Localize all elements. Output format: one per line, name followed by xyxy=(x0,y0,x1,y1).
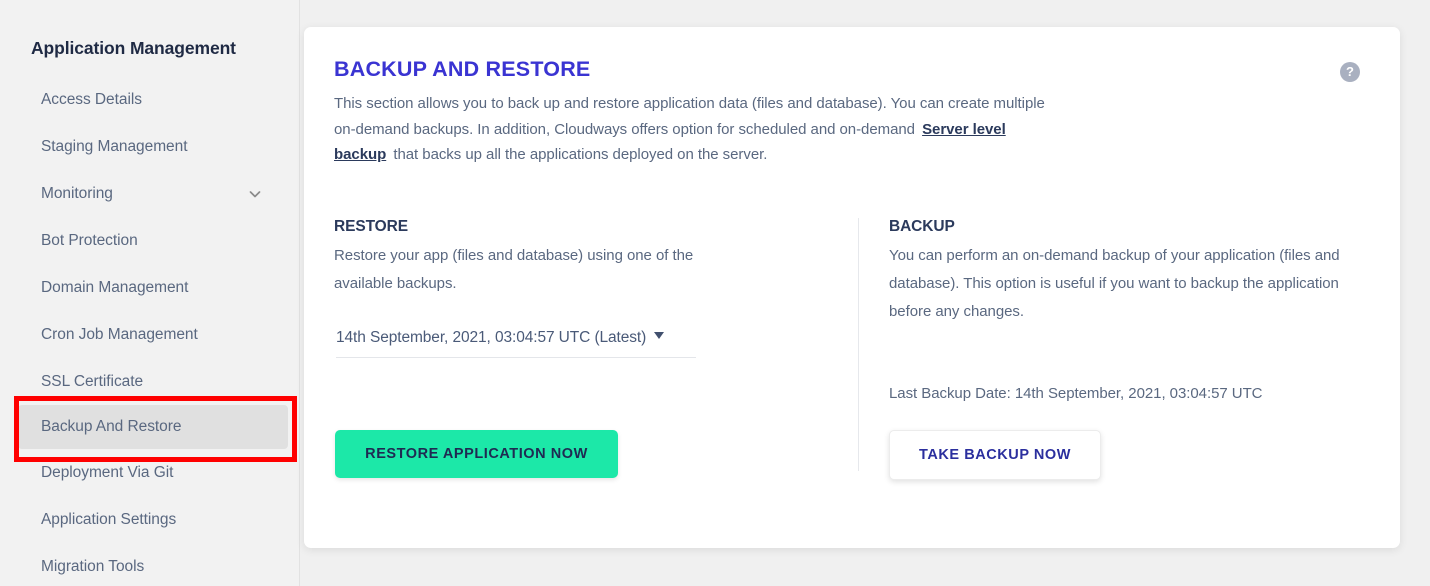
sidebar-nav-list: Access Details Staging Management Monito… xyxy=(0,76,300,586)
sidebar-item-staging-management[interactable]: Staging Management xyxy=(0,123,300,170)
sidebar-item-label: Application Settings xyxy=(41,511,176,529)
restore-application-now-button[interactable]: RESTORE APPLICATION NOW xyxy=(335,430,618,478)
backup-description: You can perform an on-demand backup of y… xyxy=(889,242,1370,326)
sidebar-item-monitoring[interactable]: Monitoring xyxy=(0,170,300,217)
sidebar-item-label: Backup And Restore xyxy=(41,418,181,436)
backup-column: BACKUP You can perform an on-demand back… xyxy=(889,218,1370,326)
sidebar-item-ssl-certificate[interactable]: SSL Certificate xyxy=(0,358,300,405)
restore-heading: RESTORE xyxy=(334,218,859,236)
sidebar-item-backup-and-restore[interactable]: Backup And Restore xyxy=(18,405,288,449)
restore-column: RESTORE Restore your app (files and data… xyxy=(334,218,859,298)
sidebar-item-label: Domain Management xyxy=(41,279,188,297)
sidebar-item-migration-tools[interactable]: Migration Tools xyxy=(0,543,300,586)
card-description: This section allows you to back up and r… xyxy=(334,91,1064,168)
sidebar-item-domain-management[interactable]: Domain Management xyxy=(0,264,300,311)
sidebar-item-cron-job-management[interactable]: Cron Job Management xyxy=(0,311,300,358)
backup-heading: BACKUP xyxy=(889,218,1370,236)
sidebar-item-access-details[interactable]: Access Details xyxy=(0,76,300,123)
sidebar-item-label: Bot Protection xyxy=(41,232,138,250)
sidebar-item-label: Monitoring xyxy=(41,185,113,203)
help-circle-icon[interactable]: ? xyxy=(1340,62,1360,82)
restore-description: Restore your app (files and database) us… xyxy=(334,242,754,298)
page-title: BACKUP AND RESTORE xyxy=(334,57,590,82)
sidebar-item-label: SSL Certificate xyxy=(41,373,143,391)
sidebar: Application Management Access Details St… xyxy=(0,0,300,586)
chevron-down-icon[interactable] xyxy=(248,187,262,201)
last-backup-date: Last Backup Date: 14th September, 2021, … xyxy=(889,385,1262,402)
backup-and-restore-card: BACKUP AND RESTORE ? This section allows… xyxy=(304,27,1400,548)
sidebar-item-label: Cron Job Management xyxy=(41,326,198,344)
sidebar-item-bot-protection[interactable]: Bot Protection xyxy=(0,217,300,264)
restore-backup-select-value: 14th September, 2021, 03:04:57 UTC (Late… xyxy=(336,329,646,347)
card-description-part2: that backs up all the applications deplo… xyxy=(389,146,767,163)
sidebar-title: Application Management xyxy=(31,38,236,59)
sidebar-item-label: Migration Tools xyxy=(41,558,144,576)
sidebar-item-label: Staging Management xyxy=(41,138,187,156)
caret-down-icon xyxy=(654,332,664,339)
columns-container: RESTORE Restore your app (files and data… xyxy=(334,218,1370,468)
sidebar-item-application-settings[interactable]: Application Settings xyxy=(0,496,300,543)
sidebar-item-deployment-via-git[interactable]: Deployment Via Git xyxy=(0,449,300,496)
restore-backup-select[interactable]: 14th September, 2021, 03:04:57 UTC (Late… xyxy=(336,329,696,358)
take-backup-now-button[interactable]: TAKE BACKUP NOW xyxy=(889,430,1101,480)
sidebar-item-label: Access Details xyxy=(41,91,142,109)
sidebar-item-label: Deployment Via Git xyxy=(41,464,173,482)
